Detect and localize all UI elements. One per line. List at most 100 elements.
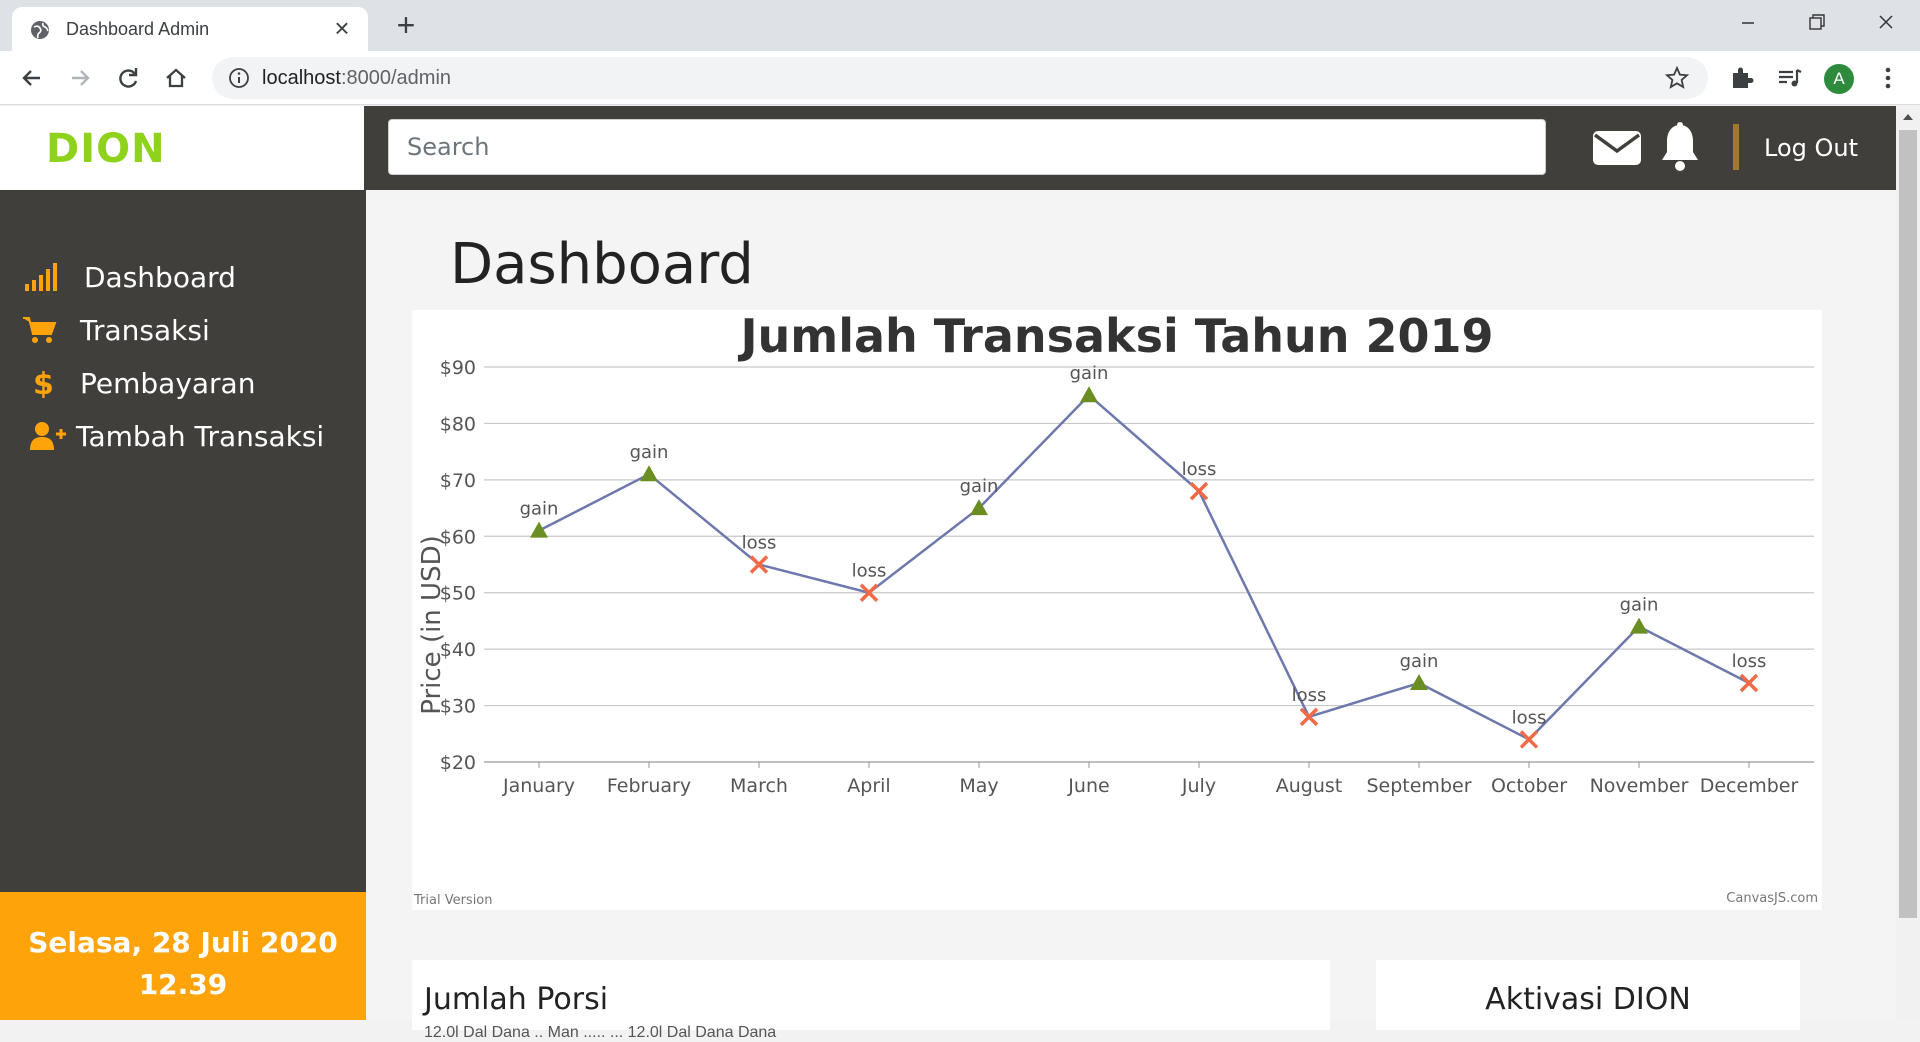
svg-text:$: $ [33,368,54,398]
chart-point-gain [640,465,658,482]
chart-point-loss [1519,730,1539,749]
chart-data-label: loss [1182,459,1217,480]
top-navbar: Log Out [364,106,1896,190]
signal-bars-icon [25,263,57,291]
sidebar-label-tambah-transaksi: Tambah Transaksi [76,420,325,453]
logo-area: DION [0,106,364,190]
chart-point-loss [1739,673,1759,693]
chart-x-tick-label: September [1366,775,1471,797]
cart-icon [23,317,57,343]
chart-x-tick-label: April [847,775,890,797]
sidebar-item-pembayaran[interactable]: $ Pembayaran [0,362,366,404]
chart-point-loss [749,555,769,574]
chart-data-label: gain [1070,363,1109,384]
main-content: Dashboard Jumlah Transaksi Tahun 2019 Pr… [366,190,1896,1041]
logout-link[interactable]: Log Out [1764,134,1858,162]
sidebar-label-pembayaran: Pembayaran [80,367,256,400]
browser-toolbar: localhost:8000/admin A [0,51,1920,105]
new-tab-icon[interactable]: + [390,9,422,42]
chart-card: Jumlah Transaksi Tahun 2019 Price (in US… [412,309,1822,910]
chart-watermark-canvasjs[interactable]: CanvasJS.com [1726,891,1818,906]
chart-data-label: gain [1620,595,1659,616]
chart-point-gain [1630,617,1648,634]
chart-y-tick-label: $80 [440,413,476,435]
restore-icon[interactable] [1796,8,1836,38]
sidebar-label-dashboard: Dashboard [84,261,236,294]
chart-y-tick-label: $60 [440,526,476,548]
scroll-thumb[interactable] [1899,130,1917,918]
navbar-divider [1733,124,1739,170]
chart-x-tick-label: February [607,775,691,797]
jumlah-porsi-title: Jumlah Porsi [424,982,609,1017]
chart-x-tick-label: March [730,775,788,797]
chart-data-label: gain [1400,651,1439,672]
page-title: Dashboard [450,232,754,297]
chart-data-label: loss [852,561,887,582]
chart-data-label: gain [960,476,999,497]
back-arrow-icon[interactable] [18,64,46,92]
chart-y-tick-label: $70 [440,470,476,492]
date-text: Selasa, 28 Juli 2020 [28,926,338,959]
minimize-icon[interactable] [1728,8,1768,38]
dollar-icon: $ [33,368,54,398]
chart-x-tick-label: May [959,775,998,797]
extensions-puzzle-icon[interactable] [1728,64,1756,92]
info-icon[interactable] [228,67,250,89]
page-scrollbar[interactable] [1896,106,1920,1020]
chart-y-tick-label: $50 [440,583,476,605]
address-bar[interactable]: localhost:8000/admin [212,57,1708,99]
add-user-icon [30,422,66,450]
sidebar-item-dashboard[interactable]: Dashboard [0,256,366,298]
chart-point-loss [1189,481,1209,501]
url-text[interactable]: localhost:8000/admin [262,67,451,90]
close-tab-icon[interactable]: × [330,15,354,41]
chart-series-line [538,393,1750,741]
chart-x-tick-label: January [502,775,575,797]
sidebar-label-transaksi: Transaksi [80,314,210,347]
chart-data-label: loss [1292,685,1327,706]
chart-x-tick-label: July [1181,775,1216,797]
chart-y-tick-label: $40 [440,639,476,661]
app-logo[interactable]: DION [46,126,166,172]
chart-data-label: loss [1512,707,1547,728]
chart-point-loss [1299,707,1319,727]
home-icon[interactable] [162,64,190,92]
date-box: Selasa, 28 Juli 2020 12.39 [0,892,366,1020]
reload-icon[interactable] [114,64,142,92]
chart-x-tick-label: December [1700,775,1799,797]
browser-tab[interactable]: Dashboard Admin × [12,7,368,51]
browser-tab-bar: Dashboard Admin × + [0,0,1920,51]
chart-y-tick-label: $30 [440,696,476,718]
aktivasi-title: Aktivasi DION [1485,982,1691,1017]
chart-data-label: loss [742,533,777,554]
chart-point-gain [1080,386,1098,403]
jumlah-porsi-subtext: 12.0l Dal Dana .. Man ..... ... 12.0l Da… [424,1024,777,1041]
bookmark-star-icon[interactable] [1664,65,1690,91]
forward-arrow-icon[interactable] [66,64,94,92]
chart-y-tick-label: $20 [440,752,476,774]
close-window-icon[interactable] [1866,8,1906,38]
profile-avatar[interactable]: A [1824,64,1854,94]
sidebar-item-transaksi[interactable]: Transaksi [0,309,366,351]
chart-x-tick-label: August [1276,775,1343,797]
bell-icon[interactable] [1658,122,1702,172]
chart-data-label: loss [1732,651,1767,672]
search-input[interactable] [388,119,1546,175]
chart-data-label: gain [520,499,559,520]
chart-y-tick-label: $90 [440,357,476,379]
media-queue-icon[interactable] [1776,64,1804,92]
chart-y-axis-label: Price (in USD) [417,535,447,715]
chart-data-label: gain [630,442,669,463]
chart-x-tick-label: November [1590,775,1689,797]
mail-icon[interactable] [1592,130,1642,166]
chart-point-gain [1410,674,1428,690]
scroll-up-arrow-icon[interactable] [1896,108,1920,126]
chart-x-tick-label: October [1491,775,1567,797]
line-chart: Jumlah Transaksi Tahun 2019 Price (in US… [413,309,1818,908]
chart-title: Jumlah Transaksi Tahun 2019 [737,310,1493,363]
sidebar-item-tambah-transaksi[interactable]: Tambah Transaksi [0,415,366,457]
chart-point-gain [530,521,548,538]
more-menu-icon[interactable] [1878,63,1898,93]
tab-title: Dashboard Admin [66,19,210,39]
globe-icon [31,21,49,39]
